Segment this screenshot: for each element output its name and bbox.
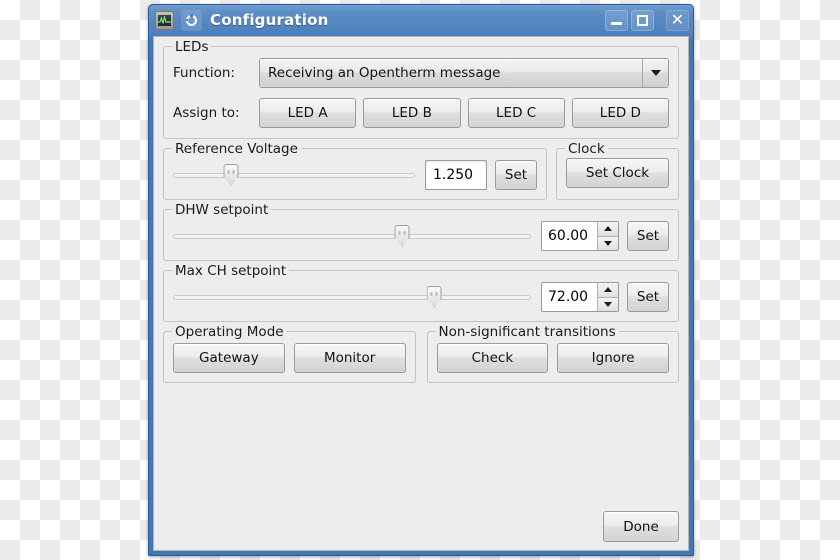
clock-legend: Clock (565, 141, 608, 157)
dhw-stepper-buttons (597, 222, 618, 250)
chevron-down-icon (604, 301, 612, 307)
modes-row: Operating Mode Gateway Monitor Non-signi… (163, 324, 679, 392)
slider-track (173, 172, 415, 178)
slider-thumb[interactable] (394, 225, 410, 247)
leds-legend: LEDs (172, 39, 212, 55)
leds-function-row: Function: Receiving an Opentherm message (173, 58, 669, 88)
slider-track (173, 233, 531, 239)
reference-voltage-set-button[interactable]: Set (495, 160, 537, 190)
function-label: Function: (173, 65, 235, 81)
minimize-icon (611, 22, 622, 25)
max-ch-setpoint-group: Max CH setpoint 72.00 Set (163, 263, 679, 322)
function-combobox[interactable]: Receiving an Opentherm message (259, 58, 669, 88)
led-c-button[interactable]: LED C (467, 98, 565, 128)
chevron-down-icon (604, 240, 612, 246)
done-button[interactable]: Done (603, 511, 679, 542)
operating-mode-group: Operating Mode Gateway Monitor (163, 324, 416, 383)
reference-voltage-legend: Reference Voltage (172, 141, 301, 157)
voltage-clock-row: Reference Voltage 1.250 Set Clock Set Cl… (163, 141, 679, 209)
check-button[interactable]: Check (436, 343, 549, 373)
waveform-glyph (158, 15, 171, 24)
chevron-up-icon (604, 287, 612, 293)
window-menu-icon[interactable] (181, 9, 202, 31)
reference-voltage-slider[interactable] (173, 162, 415, 188)
chevron-up-icon (604, 226, 612, 232)
max-ch-setpoint-legend: Max CH setpoint (172, 263, 290, 279)
reference-voltage-field[interactable]: 1.250 (425, 160, 487, 190)
dhw-decrement-button[interactable] (598, 235, 618, 250)
non-significant-transitions-buttons: Check Ignore (436, 343, 669, 373)
non-significant-transitions-legend: Non-significant transitions (435, 324, 619, 340)
slider-track (173, 294, 531, 300)
function-combobox-value: Receiving an Opentherm message (260, 59, 642, 87)
set-clock-button[interactable]: Set Clock (566, 158, 669, 188)
clock-row: Set Clock (566, 158, 669, 188)
window-menu-glyph (185, 14, 197, 26)
dhw-setpoint-row: 60.00 Set (173, 221, 669, 251)
dhw-setpoint-group: DHW setpoint 60.00 Set (163, 202, 679, 261)
dialog-content: LEDs Function: Receiving an Opentherm me… (153, 36, 689, 551)
gateway-button[interactable]: Gateway (173, 343, 285, 373)
dialog-footer: Done (163, 507, 679, 542)
max-ch-setpoint-value: 72.00 (542, 283, 597, 311)
maximize-button[interactable] (631, 9, 654, 31)
dhw-setpoint-value: 60.00 (542, 222, 597, 250)
close-icon: ✕ (670, 10, 685, 29)
chevron-down-glyph (650, 70, 661, 76)
ignore-button[interactable]: Ignore (557, 343, 669, 373)
reference-voltage-group: Reference Voltage 1.250 Set (163, 141, 547, 200)
max-ch-increment-button[interactable] (598, 283, 618, 297)
dhw-setpoint-stepper[interactable]: 60.00 (541, 221, 619, 251)
waveform-monitor-icon (155, 10, 174, 30)
leds-group: LEDs Function: Receiving an Opentherm me… (163, 39, 679, 139)
non-significant-transitions-group: Non-significant transitions Check Ignore (426, 324, 679, 383)
max-ch-setpoint-set-button[interactable]: Set (627, 282, 669, 312)
dhw-setpoint-slider[interactable] (173, 223, 531, 249)
window-title: Configuration (210, 11, 329, 29)
minimize-button[interactable] (605, 9, 628, 31)
chevron-down-icon[interactable] (642, 59, 668, 87)
close-button[interactable]: ✕ (666, 9, 689, 31)
max-ch-setpoint-row: 72.00 Set (173, 282, 669, 312)
max-ch-setpoint-slider[interactable] (173, 284, 531, 310)
slider-thumb[interactable] (426, 286, 442, 308)
dhw-setpoint-set-button[interactable]: Set (627, 221, 669, 251)
assign-to-label: Assign to: (173, 105, 240, 121)
slider-thumb[interactable] (223, 164, 239, 186)
leds-assign-row: Assign to: LED A LED B LED C LED D (173, 98, 669, 128)
title-bar[interactable]: Configuration ✕ (148, 4, 694, 36)
max-ch-stepper-buttons (597, 283, 618, 311)
dhw-setpoint-legend: DHW setpoint (172, 202, 272, 218)
window-controls: ✕ (605, 9, 689, 31)
monitor-button[interactable]: Monitor (293, 343, 406, 373)
led-d-button[interactable]: LED D (571, 98, 669, 128)
led-a-button[interactable]: LED A (259, 98, 357, 128)
max-ch-setpoint-stepper[interactable]: 72.00 (541, 282, 619, 312)
led-b-button[interactable]: LED B (363, 98, 461, 128)
max-ch-decrement-button[interactable] (598, 296, 618, 311)
configuration-window: Configuration ✕ LEDs Function: Receiving… (148, 4, 694, 556)
dhw-increment-button[interactable] (598, 222, 618, 236)
maximize-icon (637, 14, 648, 26)
reference-voltage-row: 1.250 Set (173, 160, 537, 190)
operating-mode-buttons: Gateway Monitor (173, 343, 406, 373)
clock-group: Clock Set Clock (556, 141, 679, 200)
operating-mode-legend: Operating Mode (172, 324, 287, 340)
